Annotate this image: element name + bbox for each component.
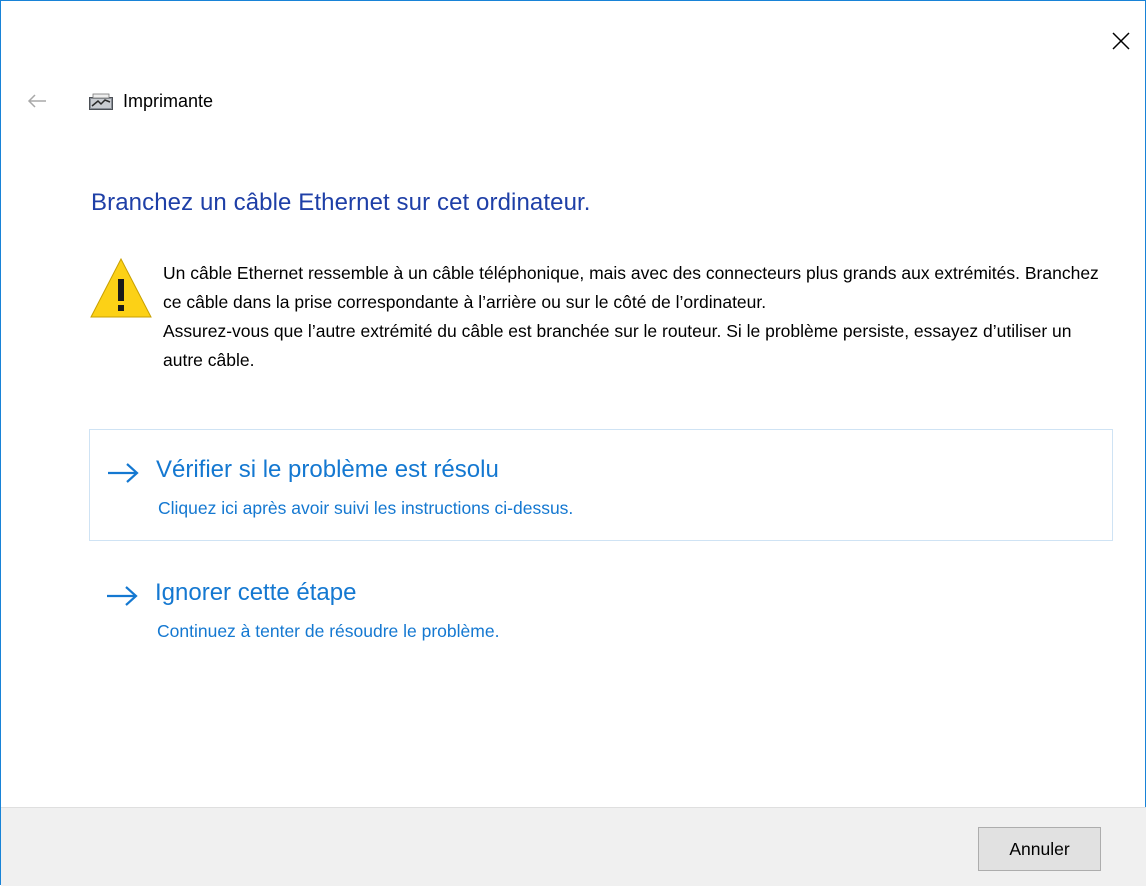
- back-button[interactable]: [23, 87, 51, 115]
- description-paragraph: Assurez-vous que l’autre extrémité du câ…: [163, 321, 1072, 370]
- option-subtext: Continuez à tenter de résoudre le problè…: [157, 621, 500, 641]
- skip-step-link[interactable]: Ignorer cette étape Continuez à tenter d…: [89, 569, 1113, 649]
- warning-icon: [90, 257, 152, 318]
- arrow-right-icon: [108, 463, 139, 483]
- printer-network-icon: [89, 93, 113, 110]
- back-arrow-icon: [27, 94, 46, 108]
- troubleshooter-dialog: Imprimante Branchez un câble Ethernet su…: [0, 0, 1146, 886]
- description-paragraph: Un câble Ethernet ressemble à un câble t…: [163, 263, 1099, 312]
- wizard-title: Imprimante: [123, 91, 214, 111]
- dialog-footer: Annuler: [1, 807, 1146, 886]
- warning-description: Un câble Ethernet ressemble à un câble t…: [163, 259, 1108, 375]
- close-icon: [1112, 32, 1130, 50]
- option-heading: Ignorer cette étape: [155, 579, 357, 606]
- cancel-button[interactable]: Annuler: [978, 827, 1101, 871]
- close-button[interactable]: [1101, 21, 1141, 61]
- option-heading: Vérifier si le problème est résolu: [156, 456, 499, 483]
- main-instruction: Branchez un câble Ethernet sur cet ordin…: [91, 189, 591, 216]
- check-resolved-link[interactable]: Vérifier si le problème est résolu Cliqu…: [89, 429, 1113, 541]
- option-subtext: Cliquez ici après avoir suivi les instru…: [158, 498, 574, 518]
- arrow-right-icon: [107, 586, 138, 606]
